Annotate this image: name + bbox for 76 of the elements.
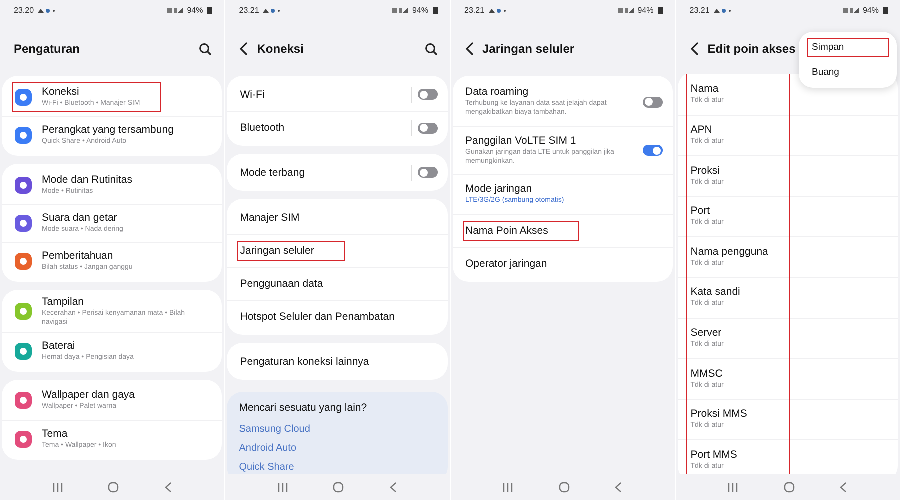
- recent-apps-icon[interactable]: [728, 482, 738, 492]
- home-icon[interactable]: [558, 482, 570, 492]
- battery-icon: [883, 6, 888, 14]
- menu-item[interactable]: Buang: [807, 63, 889, 82]
- setting-title[interactable]: Nama pengguna: [690, 246, 768, 258]
- home-icon[interactable]: [784, 482, 795, 492]
- battery-level: 94%: [412, 6, 428, 14]
- setting-title[interactable]: Operator jaringan: [466, 258, 548, 270]
- home-icon[interactable]: [108, 482, 120, 492]
- setting-title[interactable]: Mode dan Rutinitas: [42, 174, 132, 186]
- setting-title[interactable]: Suara dan getar: [42, 212, 124, 224]
- back-icon[interactable]: [690, 42, 700, 56]
- setting-title[interactable]: Baterai: [42, 340, 134, 352]
- setting-title[interactable]: Tema: [42, 428, 116, 440]
- back-icon[interactable]: [464, 42, 474, 56]
- setting-title[interactable]: Port MMS: [690, 448, 738, 461]
- battery-level: 94%: [638, 6, 654, 14]
- suggestion-link[interactable]: Android Auto: [239, 443, 436, 454]
- screen-title: Edit poin akses: [708, 42, 796, 56]
- toggle-switch[interactable]: [418, 89, 438, 100]
- setting-title[interactable]: Mode jaringan: [466, 183, 564, 196]
- screen-title: Koneksi: [257, 42, 304, 56]
- setting-title[interactable]: Proksi MMS: [690, 408, 748, 420]
- battery-icon: [432, 6, 438, 14]
- setting-title[interactable]: Perangkat yang tersambung: [42, 124, 174, 136]
- suggestion-link[interactable]: Samsung Cloud: [239, 424, 436, 435]
- recent-apps-icon[interactable]: [52, 482, 63, 492]
- suggestion-title: Mencari sesuatu yang lain?: [239, 402, 368, 414]
- setting-title[interactable]: Manajer SIM: [240, 212, 300, 224]
- menu-item[interactable]: Simpan: [807, 38, 889, 57]
- setting-title[interactable]: Penggunaan data: [240, 278, 324, 290]
- setting-title[interactable]: Nama Poin Akses: [466, 225, 548, 237]
- screen-title: Pengaturan: [14, 42, 80, 56]
- search-icon[interactable]: [424, 42, 438, 56]
- setting-title[interactable]: Nama: [690, 82, 724, 95]
- home-icon[interactable]: [333, 482, 344, 492]
- toggle-switch[interactable]: [418, 167, 438, 178]
- toggle-switch[interactable]: [418, 122, 438, 134]
- signal-icon: [618, 6, 634, 14]
- setting-title[interactable]: MMSC: [690, 368, 724, 380]
- battery-icon: [658, 6, 663, 14]
- setting-title[interactable]: Koneksi: [42, 86, 140, 98]
- setting-title[interactable]: Hotspot Seluler dan Penambatan: [240, 311, 395, 323]
- setting-title[interactable]: Proksi: [690, 164, 724, 177]
- setting-title[interactable]: Panggilan VoLTE SIM 1: [466, 134, 636, 147]
- recent-apps-icon[interactable]: [278, 482, 288, 492]
- battery-level: 94%: [862, 6, 879, 14]
- screen-title: Jaringan seluler: [482, 42, 575, 56]
- toggle-switch[interactable]: [642, 145, 663, 156]
- status-time: 23.20: [14, 6, 34, 14]
- setting-title[interactable]: Pemberitahuan: [42, 250, 133, 262]
- signal-icon: [392, 6, 408, 14]
- setting-title[interactable]: APN: [690, 124, 724, 136]
- setting-title[interactable]: Data roaming: [466, 86, 636, 98]
- battery-icon: [207, 6, 212, 14]
- setting-title[interactable]: Jaringan seluler: [240, 245, 314, 257]
- setting-title[interactable]: Bluetooth: [240, 122, 285, 134]
- back-icon[interactable]: [239, 42, 250, 56]
- signal-icon: [167, 6, 184, 14]
- signal-icon: [842, 6, 859, 14]
- suggestion-link[interactable]: Quick Share: [239, 462, 436, 473]
- setting-title[interactable]: Wi-Fi: [240, 88, 265, 100]
- status-time: 23.21: [690, 6, 710, 14]
- setting-title[interactable]: Tampilan: [42, 296, 192, 308]
- setting-title[interactable]: Server: [690, 326, 724, 339]
- status-time: 23.21: [464, 6, 485, 14]
- battery-level: 94%: [187, 6, 204, 14]
- toggle-switch[interactable]: [642, 96, 663, 108]
- setting-title[interactable]: Wallpaper dan gaya: [42, 389, 136, 402]
- recent-apps-icon[interactable]: [503, 482, 514, 492]
- setting-title[interactable]: Mode terbang: [240, 166, 306, 178]
- setting-title[interactable]: Pengaturan koneksi lainnya: [240, 356, 370, 368]
- setting-title[interactable]: Kata sandi: [690, 286, 740, 298]
- status-time: 23.21: [239, 6, 260, 14]
- search-icon[interactable]: [199, 42, 212, 56]
- setting-title[interactable]: Port: [690, 205, 724, 218]
